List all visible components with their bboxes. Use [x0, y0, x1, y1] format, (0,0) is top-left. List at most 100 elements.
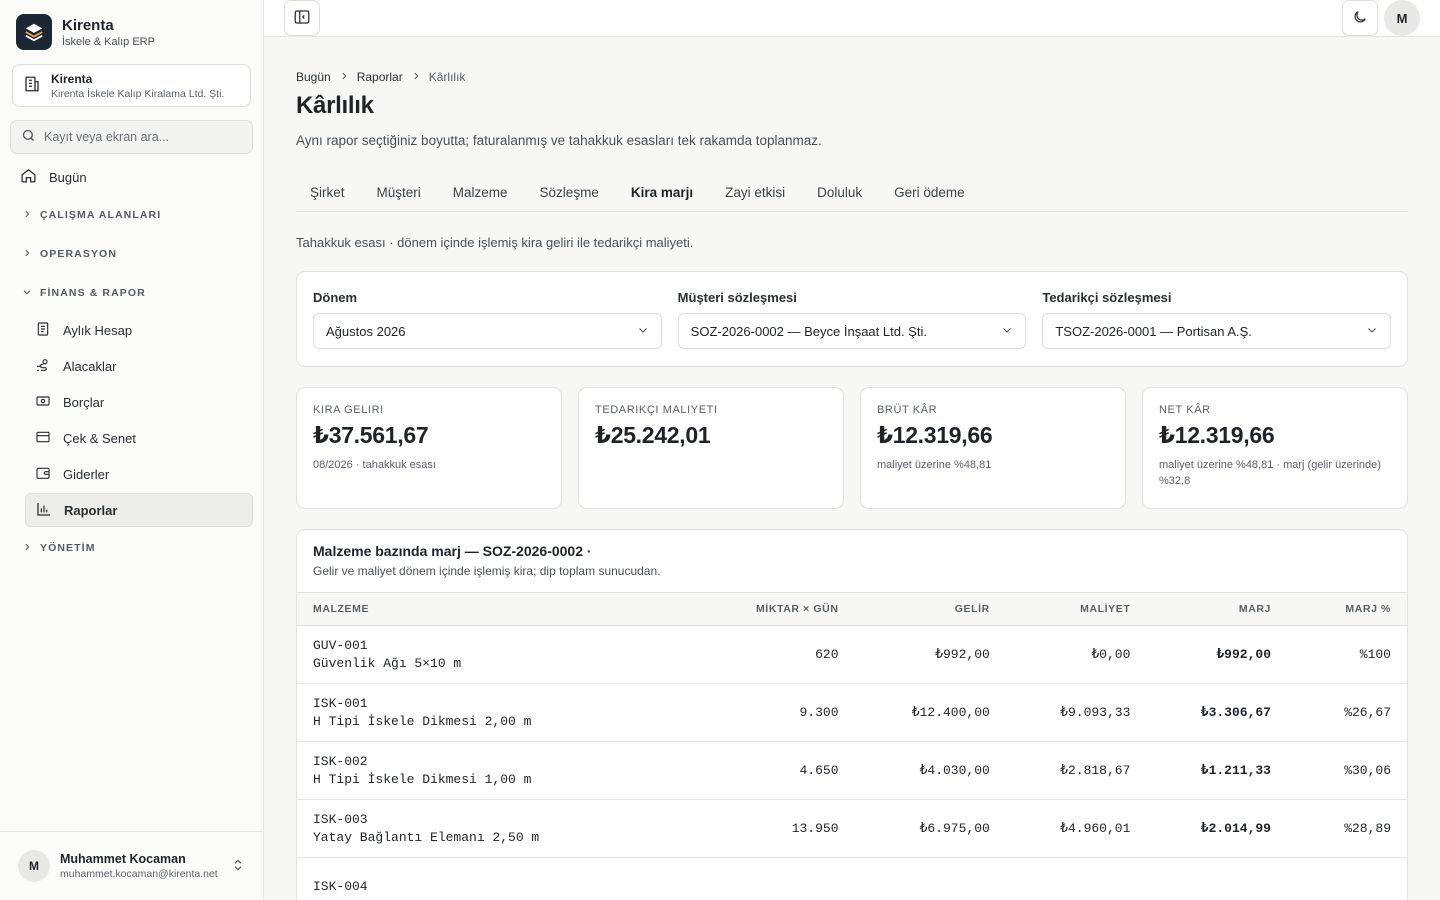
qty-days-cell: 13.950 [697, 799, 855, 858]
kpi-supplier-cost: Tedarikçi maliyeti ₺25.242,01 [578, 387, 844, 509]
section-workspaces[interactable]: ÇALIŞMA ALANLARI [10, 197, 253, 233]
table-row[interactable]: ISK-002 H Tipi İskele Dikmesi 1,00 m 4.6… [297, 741, 1407, 800]
supplier-contract-select[interactable]: TSOZ-2026-0001 — Portisan A.Ş. [1042, 313, 1392, 349]
sidebar-item-receivables[interactable]: Alacaklar [25, 349, 253, 383]
tab-occupancy[interactable]: Doluluk [801, 172, 878, 212]
chevron-right-icon [411, 70, 421, 84]
column-header-qty-days[interactable]: MİKTAR × GÜN [697, 592, 855, 626]
user-name: Muhammet Kocaman [60, 852, 186, 866]
period-select[interactable]: Ağustos 2026 [313, 313, 662, 349]
sidebar-item-payables[interactable]: Borçlar [25, 385, 253, 419]
kpi-net-profit: Net kâr ₺12.319,66 maliyet üzerine %48,8… [1142, 387, 1408, 509]
customer-contract-select[interactable]: SOZ-2026-0002 — Beyce İnşaat Ltd. Şti. [677, 313, 1027, 349]
tab-contract[interactable]: Sözleşme [524, 172, 615, 212]
breadcrumb-link-reports[interactable]: Raporlar [357, 70, 403, 84]
search-input[interactable] [44, 130, 242, 144]
user-email: muhammet.kocaman@kirenta.net [60, 868, 218, 880]
credit-card-icon [35, 429, 51, 448]
kpi-subtext: 08/2026 · tahakkuk esası [313, 459, 436, 471]
column-header-material[interactable]: MALZEME [297, 592, 697, 626]
kpi-value: ₺12.319,66 [1159, 422, 1275, 448]
kpi-label: Net kâr [1159, 404, 1211, 416]
sidebar-item-today[interactable]: Bugün [10, 160, 253, 194]
material-name: H Tipi İskele Dikmesi 2,00 m [313, 713, 532, 729]
table-row[interactable]: ISK-001 H Tipi İskele Dikmesi 2,00 m 9.3… [297, 683, 1407, 742]
tab-material[interactable]: Malzeme [437, 172, 524, 212]
revenue-cell: ₺4.030,00 [854, 741, 1006, 800]
chevron-right-icon [22, 209, 32, 222]
qty-days-cell: 620 [697, 625, 855, 684]
sidebar-item-checks-notes[interactable]: Çek & Senet [25, 421, 253, 455]
margin-cell: ₺2.014,99 [1146, 799, 1287, 858]
kpi-label: Tedarikçi maliyeti [595, 404, 718, 416]
tab-rental-margin[interactable]: Kira marjı [615, 172, 709, 212]
material-cell: ISK-001 H Tipi İskele Dikmesi 2,00 m [297, 683, 697, 742]
org-legal-name: Kirenta İskele Kalıp Kiralama Ltd. Şti. [51, 87, 225, 100]
sidebar-nav: Bugün ÇALIŞMA ALANLARI OPERASYON FİNANS … [0, 154, 263, 566]
user-menu[interactable]: M Muhammet Kocaman muhammet.kocaman@kire… [0, 831, 263, 900]
search-box[interactable] [10, 120, 253, 154]
material-code: ISK-001 [313, 695, 368, 711]
section-finance[interactable]: FİNANS & RAPOR [10, 275, 253, 311]
section-label: OPERASYON [40, 248, 117, 260]
section-label: YÖNETİM [40, 542, 96, 554]
column-header-cost[interactable]: MALİYET [1005, 592, 1147, 626]
section-label: FİNANS & RAPOR [40, 287, 146, 299]
sidebar-item-label: Borçlar [63, 394, 105, 410]
theme-toggle-button[interactable] [1342, 0, 1378, 36]
sidebar-item-monthly-account[interactable]: Aylık Hesap [25, 313, 253, 347]
brand[interactable]: Kirenta İskele & Kalıp ERP [0, 0, 263, 62]
tab-company[interactable]: Şirket [296, 172, 361, 212]
avatar-button[interactable]: M [1384, 0, 1420, 36]
table-subtitle: Gelir ve maliyet dönem içinde işlemiş ki… [313, 564, 661, 578]
search-icon [21, 128, 36, 146]
tab-loss-impact[interactable]: Zayi etkisi [709, 172, 801, 212]
revenue-cell: ₺6.975,00 [854, 799, 1006, 858]
revenue-cell: ₺992,00 [854, 625, 1006, 684]
breadcrumb-link-today[interactable]: Bugün [296, 70, 331, 84]
moon-icon [1352, 9, 1368, 28]
table-row[interactable]: GUV-001 Güvenlik Ağı 5×10 m 620 ₺992,00 … [297, 625, 1407, 684]
margin-cell [1146, 857, 1287, 900]
org-switcher[interactable]: Kirenta Kirenta İskele Kalıp Kiralama Lt… [12, 64, 251, 107]
home-icon [20, 167, 37, 187]
column-header-revenue[interactable]: GELİR [854, 592, 1006, 626]
sidebar-item-expenses[interactable]: Giderler [25, 457, 253, 491]
sidebar-item-label: Çek & Senet [63, 430, 136, 446]
material-code: GUV-001 [313, 637, 368, 653]
app-root: Kirenta İskele & Kalıp ERP Kirenta Kiren… [0, 0, 1440, 900]
material-cell: ISK-004 [297, 857, 697, 900]
topbar-actions: M [1342, 0, 1420, 36]
table-row[interactable]: ISK-004 [297, 857, 1407, 900]
cost-cell: ₺9.093,33 [1005, 683, 1147, 742]
table-header: Malzeme bazında marj — SOZ-2026-0002 · G… [297, 530, 1407, 592]
tab-customer[interactable]: Müşteri [361, 172, 437, 212]
cost-cell: ₺4.960,01 [1005, 799, 1147, 858]
tab-payback[interactable]: Geri ödeme [878, 172, 981, 212]
margin-pct-cell: %26,67 [1287, 683, 1407, 742]
sidebar: Kirenta İskele & Kalıp ERP Kirenta Kiren… [0, 0, 264, 900]
qty-days-cell [697, 857, 855, 900]
margin-table-card: Malzeme bazında marj — SOZ-2026-0002 · G… [296, 529, 1408, 900]
table-row[interactable]: ISK-003 Yatay Bağlantı Elemanı 2,50 m 13… [297, 799, 1407, 858]
section-management[interactable]: YÖNETİM [10, 530, 253, 566]
brand-name: Kirenta [62, 16, 114, 34]
filter-label: Tedarikçi sözleşmesi [1042, 290, 1172, 305]
sidebar-item-reports[interactable]: Raporlar [25, 493, 253, 527]
sidebar-item-label: Raporlar [64, 502, 118, 518]
building-icon [23, 75, 41, 96]
toggle-sidebar-button[interactable] [284, 0, 320, 36]
select-value: Ağustos 2026 [326, 323, 406, 339]
margin-cell: ₺992,00 [1146, 625, 1287, 684]
chevron-right-icon [22, 248, 32, 261]
document-icon [35, 321, 51, 340]
margin-cell: ₺3.306,67 [1146, 683, 1287, 742]
cost-cell: ₺2.818,67 [1005, 741, 1147, 800]
column-header-margin-pct[interactable]: MARJ % [1287, 592, 1407, 626]
material-name: Yatay Bağlantı Elemanı 2,50 m [313, 829, 540, 845]
column-header-margin[interactable]: MARJ [1146, 592, 1287, 626]
kpi-value: ₺25.242,01 [595, 422, 711, 448]
section-operations[interactable]: OPERASYON [10, 236, 253, 272]
qty-days-cell: 4.650 [697, 741, 855, 800]
kpi-label: Brüt kâr [877, 404, 938, 416]
